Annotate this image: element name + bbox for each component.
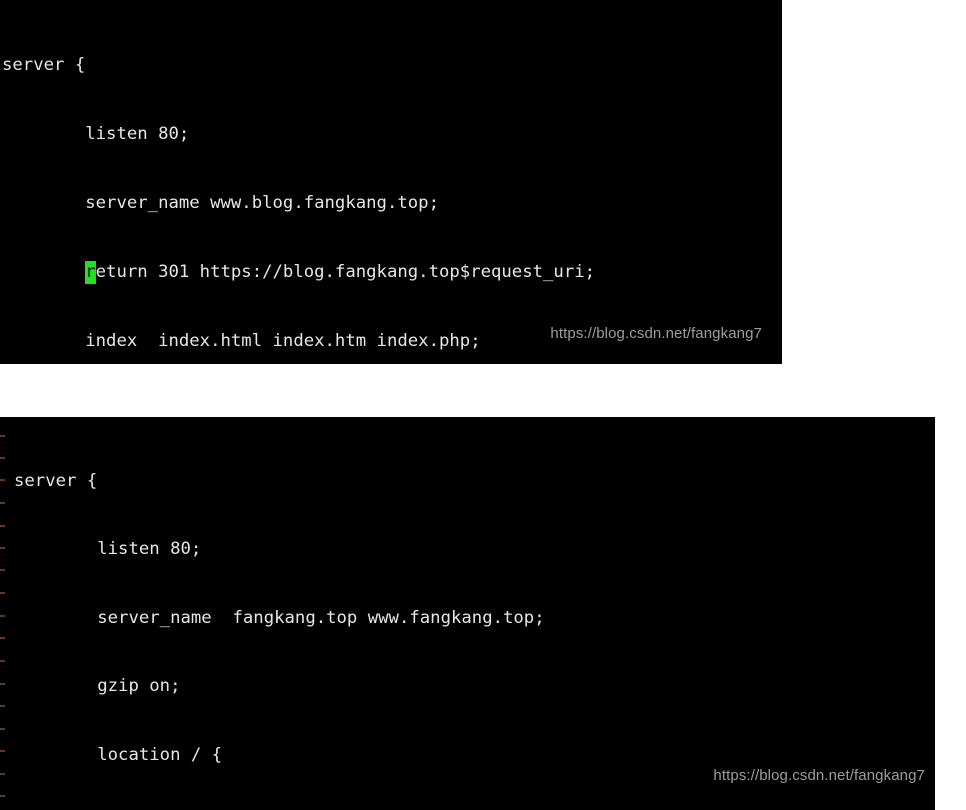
code-line: server { <box>14 470 98 491</box>
terminal-top-code: server { listen 80; server_name www.blog… <box>2 8 626 364</box>
code-line: listen 80; <box>2 124 190 144</box>
code-line: listen 80; <box>14 539 202 560</box>
watermark-url-bottom: https://blog.csdn.net/fangkang7 <box>713 767 925 784</box>
block-cursor: r <box>85 261 96 284</box>
watermark-url-top: https://blog.csdn.net/fangkang7 <box>550 325 762 342</box>
code-line: gzip on; <box>14 676 181 697</box>
code-line: location / { <box>14 744 223 765</box>
code-line: server { <box>2 55 86 75</box>
terminal-pane-bottom[interactable]: server { listen 80; server_name fangkang… <box>0 417 935 810</box>
code-line: server_name www.blog.fangkang.top; <box>2 193 439 213</box>
code-line: index index.html index.htm index.php; <box>2 331 481 351</box>
terminal-bottom-code: server { listen 80; server_name fangkang… <box>14 424 888 810</box>
code-line-remainder: eturn 301 https://blog.fangkang.top$requ… <box>95 262 596 282</box>
code-line: server_name fangkang.top www.fangkang.to… <box>14 607 545 628</box>
terminal-pane-top[interactable]: server { listen 80; server_name www.blog… <box>0 0 782 364</box>
code-line-with-cursor: return 301 https://blog.fangkang.top$req… <box>2 261 626 284</box>
terminal-left-edge-marks <box>0 417 5 810</box>
